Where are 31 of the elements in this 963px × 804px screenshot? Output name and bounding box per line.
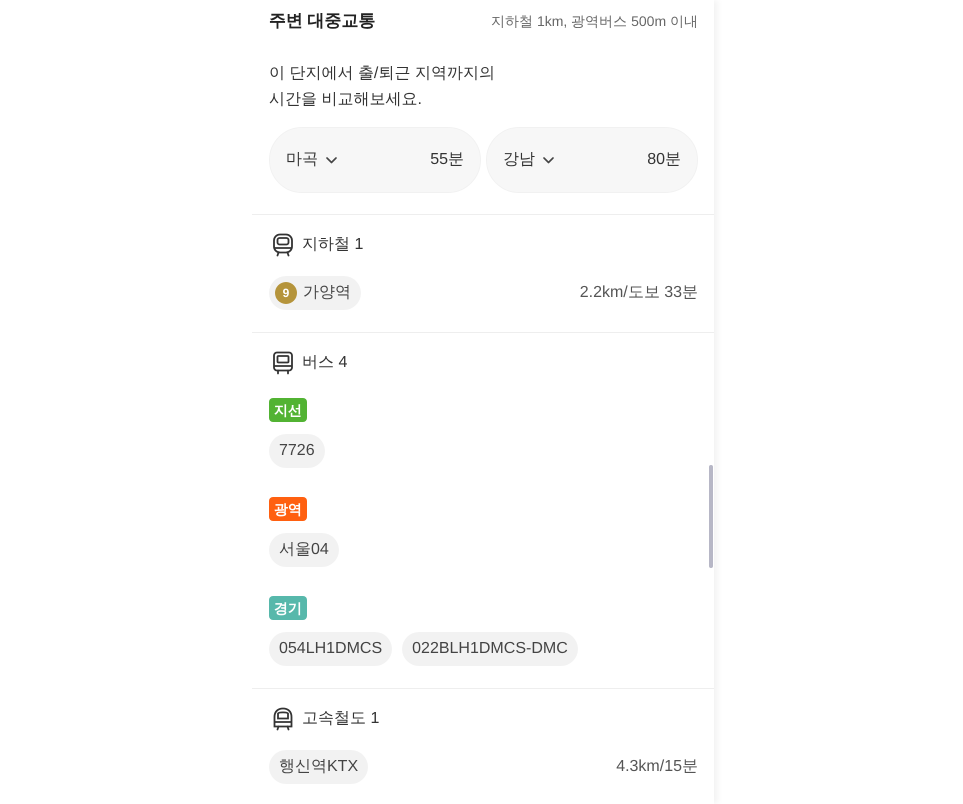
travel-time: 55분 bbox=[430, 150, 464, 170]
category-title: 지하철 1 bbox=[302, 235, 364, 255]
distance-text: 2.2km/도보 33분 bbox=[580, 283, 698, 303]
category-title: 고속철도 1 bbox=[302, 709, 380, 729]
destination-dropdown[interactable]: 강남 80분 bbox=[486, 127, 698, 193]
route-type-tag: 경기 bbox=[269, 596, 307, 620]
distance-text: 4.3km/15분 bbox=[616, 757, 698, 777]
destination-dropdown[interactable]: 마곡 55분 bbox=[269, 127, 481, 193]
train-icon bbox=[271, 707, 295, 731]
subway-train-icon bbox=[271, 233, 295, 257]
bus-route-chip[interactable]: 022BLH1DMCS-DMC bbox=[402, 632, 578, 666]
commute-description: 이 단지에서 출/퇴근 지역까지의 시간을 비교해보세요. bbox=[269, 64, 496, 110]
destination-label: 마곡 bbox=[286, 150, 318, 170]
route-type-tag: 지선 bbox=[269, 398, 307, 422]
destination-label: 강남 bbox=[503, 150, 535, 170]
category-title: 버스 4 bbox=[302, 353, 348, 373]
chevron-down-icon bbox=[543, 156, 554, 164]
line-badge: 9 bbox=[275, 282, 297, 304]
bus-route-chip[interactable]: 054LH1DMCS bbox=[269, 632, 392, 666]
bus-route-chip[interactable]: 서울04 bbox=[269, 533, 339, 567]
route-type-tag: 광역 bbox=[269, 497, 307, 521]
section-title: 주변 대중교통 bbox=[269, 10, 376, 32]
station-chip[interactable]: 행신역KTX bbox=[269, 750, 368, 784]
station-name: 가양역 bbox=[303, 283, 351, 303]
chevron-down-icon bbox=[326, 156, 337, 164]
travel-time: 80분 bbox=[647, 150, 681, 170]
station-chip[interactable]: 9 가양역 bbox=[269, 276, 361, 310]
bus-route-chip[interactable]: 7726 bbox=[269, 434, 325, 468]
bus-icon bbox=[271, 351, 295, 375]
coverage-note: 지하철 1km, 광역버스 500m 이내 bbox=[491, 12, 698, 31]
scrollbar-thumb[interactable] bbox=[709, 465, 713, 568]
